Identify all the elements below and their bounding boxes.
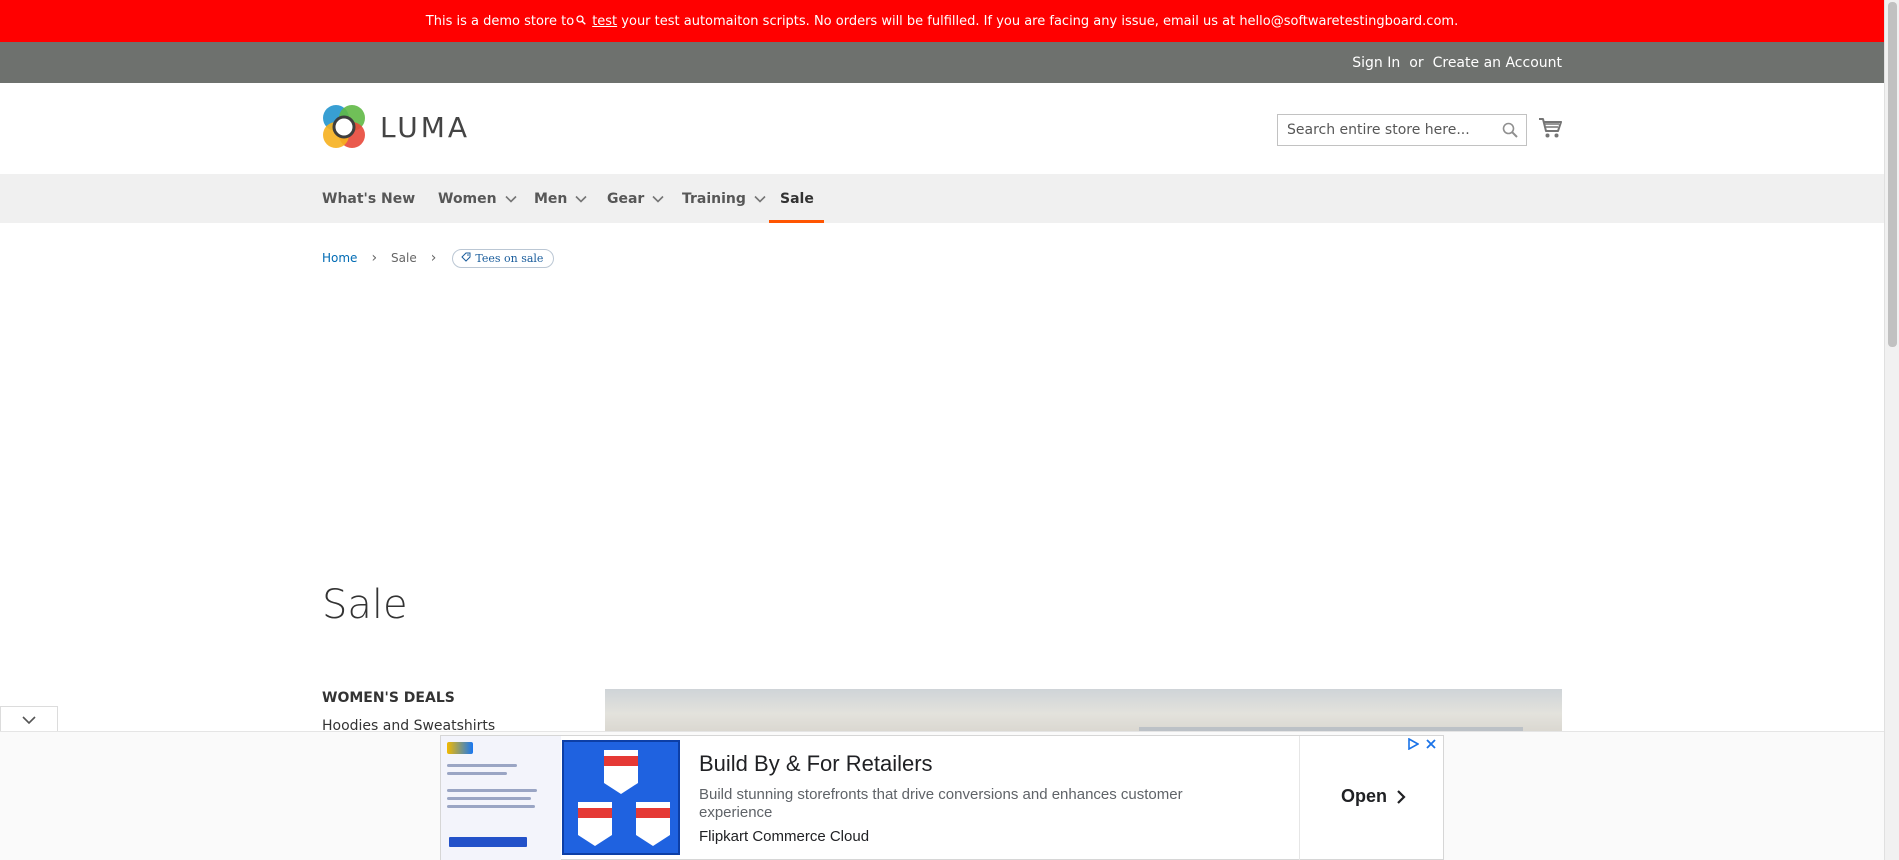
tees-on-sale-chip[interactable]: Tees on sale (452, 248, 555, 268)
nav-label: Men (534, 190, 568, 207)
ad-choices (1407, 738, 1437, 750)
ad-headline[interactable]: Build By & For Retailers (699, 751, 933, 777)
search-icon[interactable] (1502, 122, 1518, 138)
nav-women[interactable]: Women (438, 174, 517, 223)
ad-open-label: Open (1341, 786, 1388, 806)
luma-logo-icon (322, 104, 366, 150)
chevron-right-icon: › (430, 250, 437, 266)
close-icon[interactable] (1425, 738, 1437, 750)
logo-wordmark: LUMA (380, 110, 471, 144)
ad-mini-headline (447, 764, 555, 775)
sale-promo-image[interactable] (605, 689, 1562, 734)
nav-training[interactable]: Training (682, 174, 766, 223)
demo-notice-text-after: your test automaiton scripts. No orders … (621, 13, 1459, 29)
ad-choices-icon[interactable] (1407, 738, 1419, 750)
nav-whats-new[interactable]: What's New (322, 174, 415, 223)
demo-notice-test-link[interactable]: test (592, 14, 617, 29)
nav-label: What's New (322, 190, 416, 207)
nav-men[interactable]: Men (534, 174, 587, 223)
main-navigation: What's New Women Men Gear Training Sale (0, 174, 1884, 223)
tag-icon (461, 252, 471, 265)
magnifier-icon (576, 14, 590, 28)
nav-gear[interactable]: Gear (607, 174, 664, 223)
chevron-right-icon: › (371, 250, 378, 266)
ad-collapse-toggle[interactable] (0, 706, 58, 732)
ad-open-button[interactable]: Open (1341, 786, 1407, 807)
breadcrumb: Home › Sale › Tees on sale (322, 246, 555, 270)
header-links: Sign In or Create an Account (1352, 42, 1562, 83)
ad-divider (1299, 736, 1300, 860)
panel-header: Sign In or Create an Account (0, 42, 1884, 83)
chip-label: Tees on sale (475, 251, 544, 265)
womens-deals-heading: Women's Deals (322, 690, 455, 706)
nav-label: Gear (607, 190, 645, 207)
advertisement[interactable]: Build By & For Retailers Build stunning … (440, 735, 1444, 860)
nav-label: Women (438, 190, 497, 207)
page-title: Sale (322, 582, 408, 628)
search-input[interactable] (1278, 115, 1488, 145)
breadcrumb-home-link[interactable]: Home (322, 251, 357, 265)
ad-mini-button (449, 837, 527, 847)
ad-thumbnail-badges (562, 740, 680, 855)
shopping-cart-icon[interactable] (1538, 117, 1562, 139)
ad-brand: Flipkart Commerce Cloud (699, 828, 870, 845)
or-text: or (1409, 54, 1424, 71)
sign-in-link[interactable]: Sign In (1352, 55, 1400, 71)
search-box (1277, 114, 1527, 146)
demo-notice-banner: This is a demo store to test your test a… (0, 0, 1884, 42)
ad-thumbnail-brochure (441, 736, 561, 860)
nav-sale[interactable]: Sale (769, 174, 824, 223)
create-account-link[interactable]: Create an Account (1433, 55, 1562, 71)
chevron-down-icon (754, 195, 766, 203)
nav-label: Training (682, 190, 746, 207)
nav-label: Sale (780, 190, 814, 207)
chevron-down-icon (575, 195, 587, 203)
demo-notice-text-before: This is a demo store to (425, 13, 575, 29)
chevron-down-icon (22, 715, 36, 724)
luma-logo[interactable]: LUMA (322, 104, 470, 150)
ad-mini-logo (447, 742, 473, 754)
scrollbar-thumb[interactable] (1888, 2, 1897, 347)
chevron-right-icon (1397, 789, 1406, 804)
page-scrollbar[interactable] (1884, 0, 1899, 860)
chevron-down-icon (505, 195, 517, 203)
ad-description: Build stunning storefronts that drive co… (699, 786, 1183, 821)
breadcrumb-current: Sale (391, 251, 417, 265)
chevron-down-icon (652, 195, 664, 203)
